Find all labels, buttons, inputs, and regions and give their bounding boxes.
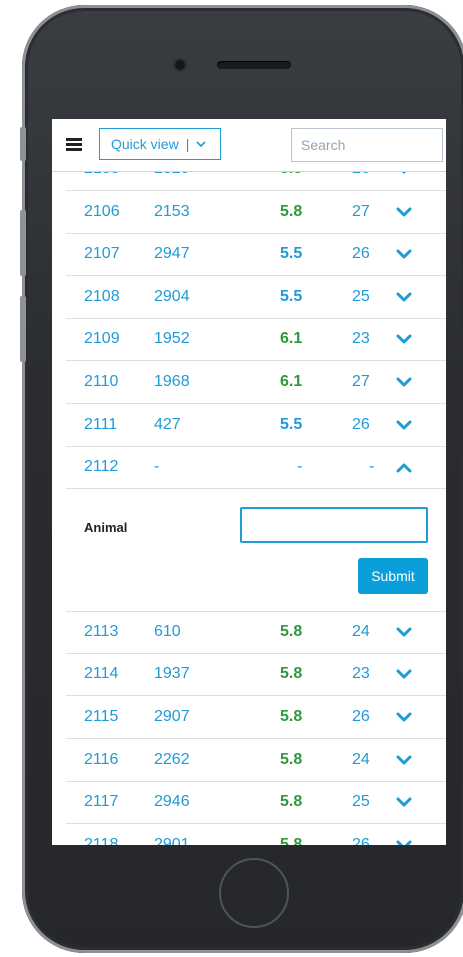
table-row[interactable]: 2116 2262 5.8 24 [66, 740, 446, 782]
chevron-down-icon[interactable] [396, 668, 412, 680]
row-score: 5.8 [280, 708, 303, 725]
row-score: 5.8 [280, 202, 303, 220]
quick-view-separator: | [185, 136, 190, 152]
animal-label: Animal [84, 519, 128, 535]
row-number: 2904 [154, 287, 190, 305]
chevron-down-icon[interactable] [396, 796, 412, 808]
table-row[interactable]: 2112 - - - [66, 447, 446, 490]
row-value: - [369, 458, 375, 476]
chevron-down-icon[interactable] [396, 333, 412, 345]
chevron-down-icon[interactable] [396, 248, 412, 260]
row-id[interactable]: 2109 [84, 330, 120, 348]
table-row[interactable]: 2110 1968 6.1 27 [66, 362, 446, 404]
row-number: 2947 [154, 245, 190, 263]
table-row[interactable]: 2115 2907 5.8 26 [66, 697, 446, 739]
row-value: 26 [352, 245, 370, 263]
row-id[interactable]: 2114 [84, 665, 118, 683]
table-row[interactable]: 2109 1952 6.1 23 [66, 319, 446, 362]
table-row[interactable]: 2108 2904 5.5 25 [66, 277, 446, 319]
row-value: 26 [352, 835, 370, 845]
chevron-down-icon [196, 141, 206, 148]
chevron-down-icon[interactable] [396, 839, 412, 845]
row-value: 23 [352, 330, 370, 348]
row-score: - [297, 458, 303, 476]
row-score: 5.5 [280, 245, 303, 263]
row-number: 1952 [154, 330, 190, 348]
animal-input[interactable] [240, 506, 428, 543]
row-value: 25 [352, 287, 370, 305]
row-score: 6.1 [280, 373, 303, 390]
row-number: 2153 [154, 202, 190, 220]
search-input[interactable] [291, 128, 443, 162]
row-number: 2907 [154, 708, 190, 725]
table-row[interactable]: 2117 2946 5.8 25 [66, 782, 446, 825]
expanded-detail-form: Animal Submit [66, 490, 446, 612]
row-id[interactable]: 2116 [84, 751, 118, 769]
row-value: 24 [352, 750, 370, 768]
row-value: 25 [352, 793, 370, 811]
row-id[interactable]: 2112 [84, 458, 118, 476]
row-number: 1968 [154, 373, 190, 390]
chevron-down-icon[interactable] [396, 711, 412, 723]
table-row[interactable]: 2107 2947 5.5 26 [66, 234, 446, 277]
volume-up-button [20, 210, 26, 276]
app-screen: 210525295.826210621535.827210729475.5262… [52, 119, 446, 845]
row-value: 26 [352, 415, 370, 433]
row-score: 5.8 [280, 793, 303, 811]
home-button[interactable] [219, 858, 289, 928]
row-id[interactable]: 2117 [84, 793, 118, 811]
row-score: 5.5 [280, 287, 303, 305]
row-id[interactable]: 2115 [84, 708, 118, 726]
row-number: 610 [154, 622, 181, 640]
quick-view-dropdown[interactable]: Quick view | [99, 128, 221, 160]
chevron-down-icon[interactable] [396, 376, 412, 388]
row-number: 1937 [154, 665, 190, 683]
chevron-down-icon[interactable] [396, 291, 412, 303]
row-score: 5.8 [280, 835, 303, 845]
row-id[interactable]: 2106 [84, 203, 120, 221]
row-id[interactable]: 2107 [84, 245, 120, 263]
row-id[interactable]: 2113 [84, 623, 118, 641]
row-number: 2901 [154, 835, 190, 845]
row-value: 27 [352, 202, 370, 220]
chevron-down-icon[interactable] [396, 206, 412, 218]
chevron-up-icon[interactable] [396, 461, 412, 473]
front-camera [175, 60, 185, 70]
table-row[interactable]: 2111 427 5.5 26 [66, 405, 446, 447]
chevron-down-icon[interactable] [396, 626, 412, 638]
row-number: 427 [154, 415, 181, 433]
row-id[interactable]: 2111 [84, 416, 117, 434]
row-value: 23 [352, 665, 370, 683]
hamburger-icon[interactable] [66, 138, 82, 151]
mute-switch [20, 127, 26, 161]
row-number: 2262 [154, 750, 190, 768]
chevron-down-icon[interactable] [396, 419, 412, 431]
row-id[interactable]: 2108 [84, 288, 120, 306]
row-id[interactable]: 2110 [84, 373, 118, 391]
table-row[interactable]: 2114 1937 5.8 23 [66, 654, 446, 697]
row-value: 24 [352, 622, 370, 640]
table-row[interactable]: 2113 610 5.8 24 [66, 612, 446, 654]
row-value: 26 [352, 708, 370, 725]
chevron-down-icon[interactable] [396, 754, 412, 766]
table-row[interactable]: 2106 2153 5.8 27 [66, 192, 446, 234]
row-value: 27 [352, 373, 370, 390]
quick-view-label: Quick view [111, 136, 179, 152]
volume-down-button [20, 296, 26, 362]
row-id[interactable]: 2118 [84, 836, 118, 845]
row-score: 6.1 [280, 330, 303, 348]
row-number: - [154, 458, 160, 476]
earpiece-speaker [217, 61, 291, 69]
row-score: 5.8 [280, 665, 303, 683]
submit-button[interactable]: Submit [358, 557, 428, 594]
row-score: 5.8 [280, 750, 303, 768]
app-header: Quick view | [52, 119, 446, 172]
row-score: 5.5 [280, 415, 303, 433]
table-row[interactable]: 2118 2901 5.8 26 [66, 825, 446, 845]
row-number: 2946 [154, 793, 190, 811]
row-score: 5.8 [280, 622, 303, 640]
